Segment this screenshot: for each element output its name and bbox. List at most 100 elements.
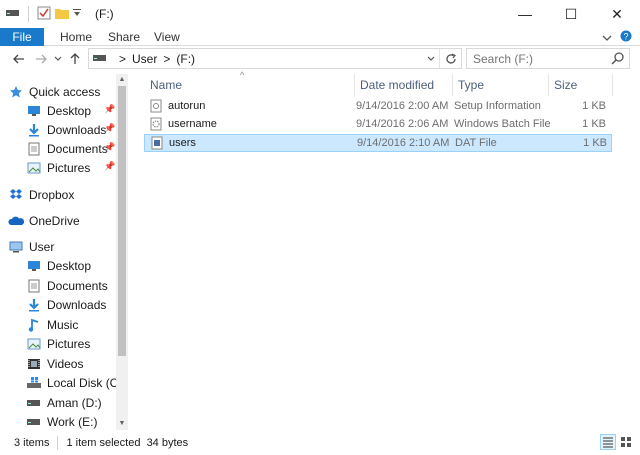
setup-info-file-icon <box>150 99 162 113</box>
nav-label: Documents <box>47 278 108 293</box>
nav-label: Dropbox <box>29 187 75 202</box>
pin-icon[interactable]: 📌 <box>104 123 115 134</box>
expand-ribbon-icon[interactable] <box>602 31 612 45</box>
windows-drive-icon <box>26 375 42 391</box>
maximize-button[interactable]: ☐ <box>548 0 594 28</box>
address-dropdown-icon[interactable] <box>423 49 439 68</box>
minimize-button[interactable]: — <box>502 0 548 28</box>
download-icon <box>26 122 42 138</box>
large-icons-view-icon[interactable] <box>618 434 634 450</box>
search-icon <box>611 51 625 68</box>
close-button[interactable]: ✕ <box>594 0 640 28</box>
nav-label: Desktop <box>47 258 92 273</box>
nav-scrollbar[interactable]: ▲ ▼ <box>116 74 128 430</box>
desktop-icon <box>26 103 42 119</box>
nav-quick-pictures[interactable]: Pictures <box>26 158 90 177</box>
file-type: Windows Batch File <box>454 118 551 130</box>
tab-share[interactable]: Share <box>108 28 140 46</box>
title-bar: (F:) — ☐ ✕ <box>0 0 640 28</box>
drive-icon[interactable] <box>6 7 20 21</box>
drive-icon <box>26 395 42 411</box>
column-header-type[interactable]: Type <box>452 74 548 96</box>
breadcrumb-user[interactable]: User <box>132 52 157 66</box>
pin-icon[interactable]: 📌 <box>104 104 115 115</box>
scroll-thumb[interactable] <box>118 86 126 356</box>
tab-file[interactable]: File <box>0 28 44 46</box>
breadcrumb-chevron-icon[interactable]: > <box>119 52 126 66</box>
nav-drive-d[interactable]: Aman (D:) <box>26 393 102 412</box>
nav-label: OneDrive <box>29 213 80 228</box>
file-size: 1 KB <box>582 100 606 112</box>
nav-label: Quick access <box>29 84 101 99</box>
navigation-bar: > User > (F:) <box>0 46 640 72</box>
refresh-icon[interactable] <box>439 49 461 68</box>
table-row[interactable]: autorun 9/14/2016 2:00 AM Setup Informat… <box>144 98 612 116</box>
breadcrumb-drive[interactable]: (F:) <box>176 52 195 66</box>
dat-file-icon <box>151 136 163 150</box>
nav-local-disk-c[interactable]: Local Disk (C:) <box>26 373 126 392</box>
svg-text:?: ? <box>623 32 628 42</box>
table-row-selected[interactable]: users 9/14/2016 2:10 AM DAT File 1 KB <box>144 134 612 152</box>
batch-file-icon <box>150 117 162 131</box>
nav-quick-desktop[interactable]: Desktop <box>26 101 91 120</box>
pin-icon[interactable]: 📌 <box>104 161 115 172</box>
nav-this-pc-user[interactable]: User <box>8 237 54 256</box>
nav-quick-documents[interactable]: Documents <box>26 139 108 158</box>
nav-user-downloads[interactable]: Downloads <box>26 295 106 314</box>
pin-icon[interactable]: 📌 <box>104 142 115 153</box>
file-name: autorun <box>168 100 206 112</box>
help-icon[interactable]: ? <box>620 30 632 45</box>
up-arrow-icon[interactable] <box>64 48 86 70</box>
nav-label: Videos <box>47 356 84 371</box>
item-count: 3 items <box>14 436 50 449</box>
nav-user-desktop[interactable]: Desktop <box>26 256 116 275</box>
column-header-name[interactable]: Name <box>144 74 354 96</box>
nav-drive-e[interactable]: Work (E:) <box>26 412 97 430</box>
column-header-date[interactable]: Date modified <box>354 74 452 96</box>
column-divider[interactable] <box>612 74 613 96</box>
status-bar: 3 items 1 item selected 34 bytes <box>0 430 640 455</box>
table-row[interactable]: username 9/14/2016 2:06 AM Windows Batch… <box>144 116 612 134</box>
properties-icon[interactable] <box>37 6 51 23</box>
tab-home[interactable]: Home <box>60 28 92 46</box>
search-input[interactable] <box>473 51 603 66</box>
nav-quick-downloads[interactable]: Downloads <box>26 120 106 139</box>
nav-user-music[interactable]: Music <box>26 315 78 334</box>
recent-locations-icon[interactable] <box>52 48 64 70</box>
nav-onedrive[interactable]: OneDrive <box>8 211 80 230</box>
file-name: username <box>168 118 217 130</box>
nav-dropbox[interactable]: Dropbox <box>8 185 74 204</box>
window-controls: — ☐ ✕ <box>502 0 640 28</box>
nav-user-videos[interactable]: Videos <box>26 354 83 373</box>
nav-label: Pictures <box>47 336 91 351</box>
scroll-down-arrow-icon[interactable]: ▼ <box>116 418 128 430</box>
forward-arrow-icon[interactable] <box>30 48 52 70</box>
address-bar[interactable]: > User > (F:) <box>88 48 462 69</box>
scroll-up-arrow-icon[interactable]: ▲ <box>116 74 128 86</box>
nav-quick-access[interactable]: Quick access <box>8 82 100 101</box>
column-header-size[interactable]: Size <box>548 74 612 96</box>
nav-label: Desktop <box>47 103 92 118</box>
back-arrow-icon[interactable] <box>8 48 30 70</box>
search-box[interactable] <box>466 48 630 69</box>
breadcrumb-chevron-icon[interactable]: > <box>163 52 170 66</box>
view-toggle <box>600 434 634 450</box>
star-icon <box>8 84 24 100</box>
file-date: 9/14/2016 2:10 AM <box>357 137 450 149</box>
details-view-icon[interactable] <box>600 434 616 450</box>
download-icon <box>26 297 42 313</box>
file-list: ^ Name Date modified Type Size autorun 9… <box>132 70 640 430</box>
status-divider <box>57 435 59 450</box>
tab-view[interactable]: View <box>154 28 180 46</box>
nav-label: Documents <box>47 141 108 156</box>
nav-label: Aman (D:) <box>47 395 102 410</box>
quick-access-toolbar <box>0 6 81 23</box>
new-folder-icon[interactable] <box>55 7 69 22</box>
file-type: Setup Information <box>454 100 541 112</box>
customize-toolbar-icon[interactable] <box>73 7 81 21</box>
selection-info: 1 item selected 34 bytes <box>66 436 189 449</box>
file-type: DAT File <box>455 137 497 149</box>
file-name-cell: username <box>150 116 217 132</box>
nav-user-documents[interactable]: Documents <box>26 276 108 295</box>
nav-user-pictures[interactable]: Pictures <box>26 334 90 353</box>
